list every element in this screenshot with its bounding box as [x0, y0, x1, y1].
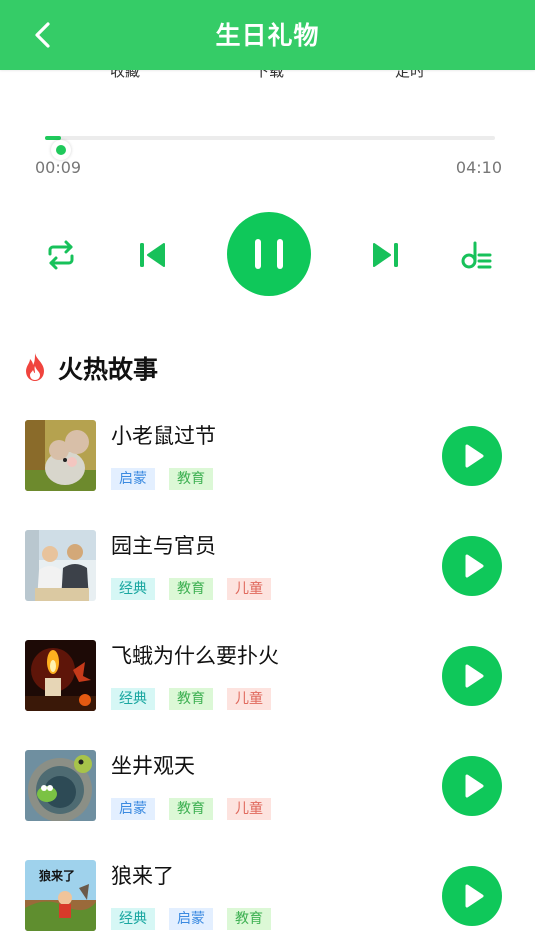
- tag: 启蒙: [169, 908, 213, 930]
- story-title: 园主与官员: [111, 534, 216, 558]
- list-item[interactable]: 狼来了 狼来了 经典 启蒙 教育: [0, 860, 535, 950]
- tag-list: 经典 教育 儿童: [111, 688, 285, 710]
- story-title: 坐井观天: [111, 754, 195, 778]
- previous-button[interactable]: [136, 238, 170, 276]
- story-thumbnail: [25, 530, 96, 601]
- list-item[interactable]: 园主与官员 经典 教育 儿童: [0, 530, 535, 620]
- tag: 儿童: [227, 578, 271, 600]
- repeat-icon: [48, 240, 74, 270]
- tag: 儿童: [227, 688, 271, 710]
- current-time: 00:09: [35, 158, 82, 177]
- play-button[interactable]: [442, 536, 502, 596]
- story-thumbnail: 狼来了: [25, 860, 96, 931]
- next-button[interactable]: [368, 238, 402, 276]
- play-icon: [465, 664, 484, 688]
- play-button[interactable]: [442, 646, 502, 706]
- tag-list: 启蒙 教育: [111, 468, 227, 490]
- play-button[interactable]: [442, 866, 502, 926]
- list-item[interactable]: 飞蛾为什么要扑火 经典 教育 儿童: [0, 640, 535, 730]
- play-icon: [465, 884, 484, 908]
- story-title: 小老鼠过节: [111, 424, 216, 448]
- tag: 教育: [169, 578, 213, 600]
- tag: 启蒙: [111, 468, 155, 490]
- fire-icon: [26, 353, 44, 381]
- story-title: 狼来了: [111, 864, 174, 888]
- story-title: 飞蛾为什么要扑火: [111, 644, 279, 668]
- playback-controls: [0, 210, 535, 300]
- play-icon: [465, 444, 484, 468]
- tag: 儿童: [227, 798, 271, 820]
- progress-thumb[interactable]: [51, 140, 72, 160]
- play-button[interactable]: [442, 756, 502, 816]
- story-thumbnail: [25, 420, 96, 491]
- tag: 经典: [111, 688, 155, 710]
- tag: 经典: [111, 908, 155, 930]
- playlist-icon: [461, 241, 492, 269]
- total-time: 04:10: [455, 158, 502, 177]
- list-item[interactable]: 坐井观天 启蒙 教育 儿童: [0, 750, 535, 840]
- story-thumbnail: [25, 640, 96, 711]
- play-button[interactable]: [442, 426, 502, 486]
- section-title: 火热故事: [58, 355, 159, 384]
- play-icon: [465, 554, 484, 578]
- page-title: 生日礼物: [215, 21, 320, 50]
- list-item[interactable]: 小老鼠过节 启蒙 教育: [0, 420, 535, 510]
- pause-button[interactable]: [227, 212, 311, 296]
- play-icon: [465, 774, 484, 798]
- repeat-button[interactable]: [44, 238, 78, 276]
- app-header: 生日礼物: [0, 0, 535, 70]
- playlist-button[interactable]: [460, 238, 494, 276]
- progress-track[interactable]: [45, 136, 495, 160]
- tag-list: 经典 启蒙 教育: [111, 908, 285, 930]
- tag: 教育: [169, 468, 213, 490]
- tag-list: 经典 教育 儿童: [111, 578, 285, 600]
- pause-icon: [255, 239, 283, 269]
- tag-list: 启蒙 教育 儿童: [111, 798, 285, 820]
- tag: 教育: [169, 798, 213, 820]
- story-thumbnail: [25, 750, 96, 821]
- tag: 教育: [169, 688, 213, 710]
- previous-icon: [140, 243, 165, 267]
- tag: 启蒙: [111, 798, 155, 820]
- progress-section: 00:09 04:10: [35, 124, 505, 184]
- next-icon: [373, 243, 398, 267]
- tag: 经典: [111, 578, 155, 600]
- tag: 教育: [227, 908, 271, 930]
- thumb-caption: 狼来了: [39, 868, 75, 883]
